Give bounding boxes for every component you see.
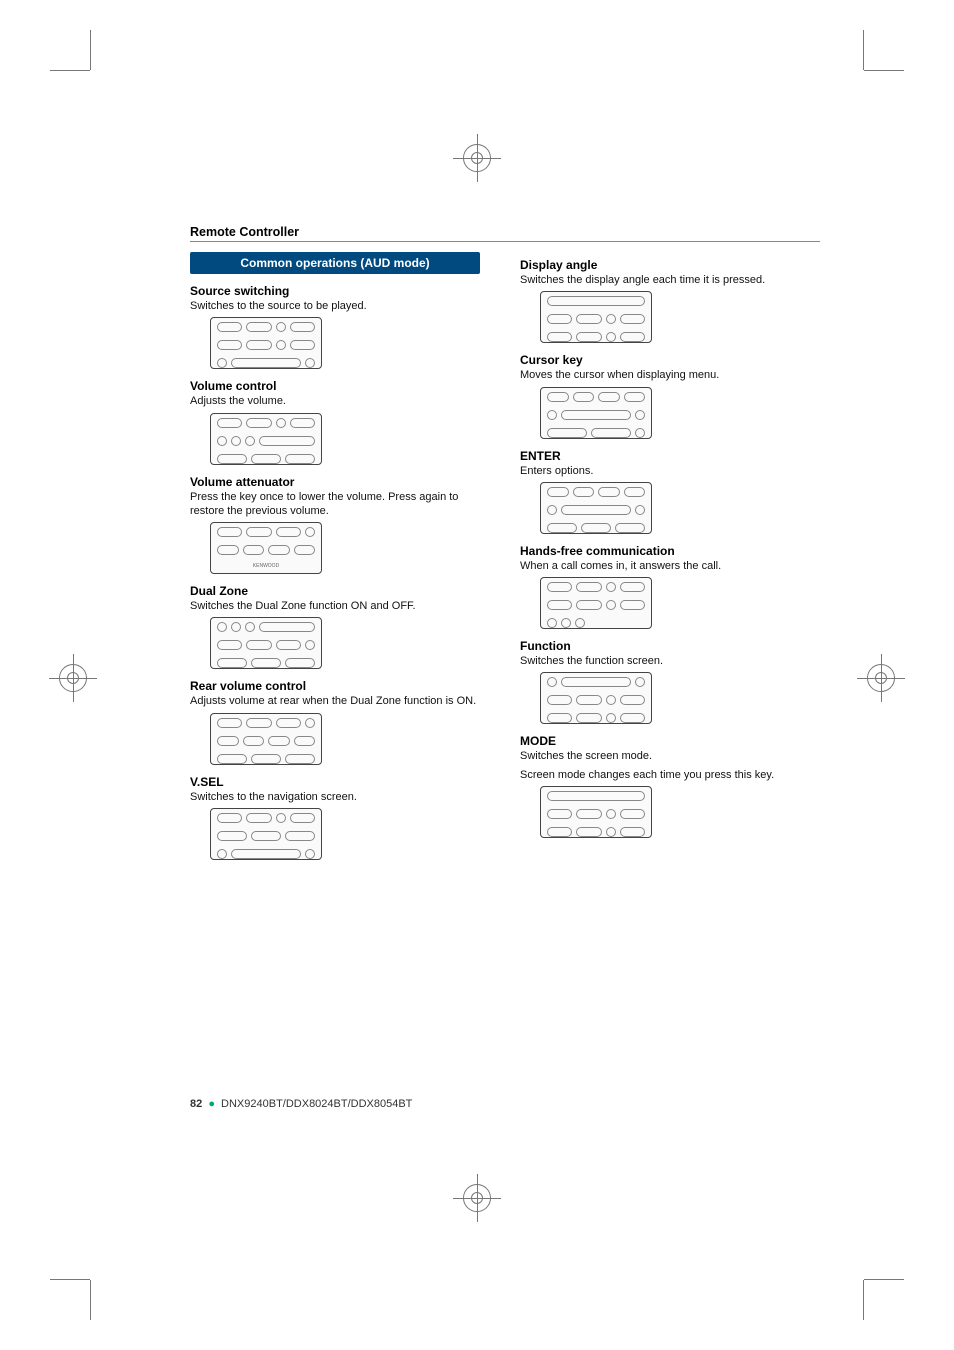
item-text: Switches the screen mode. bbox=[520, 749, 810, 763]
item-text: Switches to the navigation screen. bbox=[190, 790, 480, 804]
mode-banner: Common operations (AUD mode) bbox=[190, 252, 480, 274]
registration-mark-left bbox=[55, 660, 91, 696]
item-text: Switches the Dual Zone function ON and O… bbox=[190, 599, 480, 613]
item-text: When a call comes in, it answers the cal… bbox=[520, 559, 810, 573]
registration-mark-right bbox=[863, 660, 899, 696]
item-title: Function bbox=[520, 639, 810, 653]
page-number: 82 bbox=[190, 1098, 202, 1110]
remote-illustration bbox=[540, 291, 652, 343]
remote-illustration: KENWOOD bbox=[210, 522, 322, 574]
item-title: Rear volume control bbox=[190, 679, 480, 693]
registration-mark-top bbox=[459, 140, 495, 176]
remote-illustration bbox=[210, 617, 322, 669]
item-text: Adjusts volume at rear when the Dual Zon… bbox=[190, 694, 480, 708]
remote-illustration bbox=[210, 317, 322, 369]
remote-illustration bbox=[210, 713, 322, 765]
item-mode: MODE Switches the screen mode. Screen mo… bbox=[520, 734, 810, 838]
item-source-switching: Source switching Switches to the source … bbox=[190, 284, 480, 369]
section-header: Remote Controller bbox=[190, 225, 820, 239]
item-title: Cursor key bbox=[520, 353, 810, 367]
remote-illustration bbox=[540, 577, 652, 629]
item-title: V.SEL bbox=[190, 775, 480, 789]
page-footer: 82 ● DNX9240BT/DDX8024BT/DDX8054BT bbox=[190, 1098, 412, 1110]
item-text: Enters options. bbox=[520, 464, 810, 478]
item-cursor-key: Cursor key Moves the cursor when display… bbox=[520, 353, 810, 438]
right-column: Display angle Switches the display angle… bbox=[520, 252, 810, 870]
left-column: Common operations (AUD mode) Source swit… bbox=[190, 252, 480, 870]
item-title: Source switching bbox=[190, 284, 480, 298]
columns: Common operations (AUD mode) Source swit… bbox=[190, 252, 820, 870]
remote-illustration bbox=[540, 786, 652, 838]
item-text: Moves the cursor when displaying menu. bbox=[520, 368, 810, 382]
item-volume-control: Volume control Adjusts the volume. bbox=[190, 379, 480, 464]
remote-illustration bbox=[210, 808, 322, 860]
item-function: Function Switches the function screen. bbox=[520, 639, 810, 724]
item-vsel: V.SEL Switches to the navigation screen. bbox=[190, 775, 480, 860]
item-hands-free: Hands-free communication When a call com… bbox=[520, 544, 810, 629]
registration-mark-bottom bbox=[459, 1180, 495, 1216]
item-text-2: Screen mode changes each time you press … bbox=[520, 768, 810, 782]
item-title: ENTER bbox=[520, 449, 810, 463]
item-text: Press the key once to lower the volume. … bbox=[190, 490, 480, 519]
item-text: Switches the function screen. bbox=[520, 654, 810, 668]
model-list: DNX9240BT/DDX8024BT/DDX8054BT bbox=[221, 1098, 412, 1110]
item-enter: ENTER Enters options. bbox=[520, 449, 810, 534]
item-display-angle: Display angle Switches the display angle… bbox=[520, 258, 810, 343]
remote-illustration bbox=[210, 413, 322, 465]
item-text: Switches to the source to be played. bbox=[190, 299, 480, 313]
item-title: Display angle bbox=[520, 258, 810, 272]
item-text: Switches the display angle each time it … bbox=[520, 273, 810, 287]
bullet-icon: ● bbox=[205, 1098, 218, 1110]
item-title: Volume control bbox=[190, 379, 480, 393]
page-content: Remote Controller Common operations (AUD… bbox=[190, 225, 820, 870]
item-title: Hands-free communication bbox=[520, 544, 810, 558]
item-title: MODE bbox=[520, 734, 810, 748]
remote-illustration bbox=[540, 387, 652, 439]
item-rear-volume: Rear volume control Adjusts volume at re… bbox=[190, 679, 480, 764]
item-text: Adjusts the volume. bbox=[190, 394, 480, 408]
remote-illustration bbox=[540, 672, 652, 724]
item-volume-attenuator: Volume attenuator Press the key once to … bbox=[190, 475, 480, 575]
remote-illustration bbox=[540, 482, 652, 534]
divider bbox=[190, 241, 820, 242]
item-dual-zone: Dual Zone Switches the Dual Zone functio… bbox=[190, 584, 480, 669]
item-title: Volume attenuator bbox=[190, 475, 480, 489]
item-title: Dual Zone bbox=[190, 584, 480, 598]
